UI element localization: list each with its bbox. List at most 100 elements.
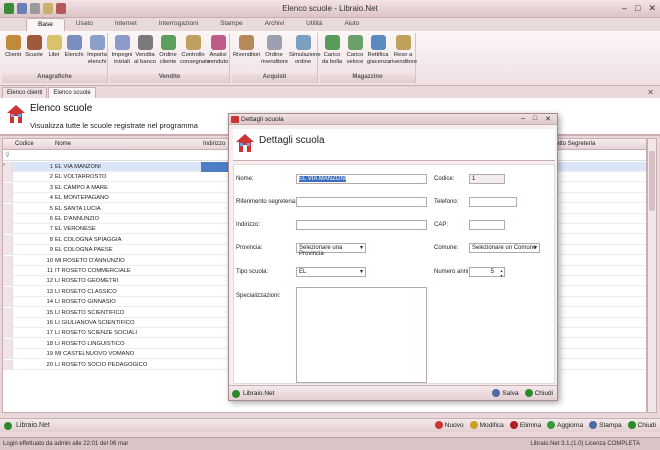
cell-nome: EL VERONESE bbox=[55, 226, 96, 233]
dialog-app-icon bbox=[231, 116, 239, 123]
tipo-scuola-select[interactable]: EL bbox=[296, 267, 366, 277]
notes-icon bbox=[114, 35, 130, 50]
tab-interrogazioni[interactable]: Interrogazioni bbox=[148, 18, 209, 31]
close-doc-icon[interactable]: ✕ bbox=[647, 88, 654, 97]
tab-utilita[interactable]: Utilità bbox=[295, 18, 333, 31]
riferimento-segreteria-field[interactable] bbox=[296, 197, 427, 207]
cap-field[interactable] bbox=[469, 220, 505, 230]
bottom-toolbar: Libraio.Net Nuovo Modifica Elimina Aggio… bbox=[0, 418, 660, 432]
scuole-button[interactable]: Scuole bbox=[24, 35, 44, 59]
elimina-button[interactable]: Elimina bbox=[509, 421, 541, 429]
exit-icon bbox=[524, 389, 533, 397]
tab-base[interactable]: Base bbox=[26, 18, 65, 31]
simulazione-ordine-button[interactable]: Simulazione ordine bbox=[289, 35, 321, 65]
codice-field[interactable]: 1 bbox=[469, 174, 505, 184]
cell-codice: 13 bbox=[46, 288, 53, 295]
print-icon bbox=[589, 421, 598, 429]
tab-aiuto[interactable]: Aiuto bbox=[333, 18, 370, 31]
cell-codice: 11 bbox=[46, 268, 53, 274]
nuovo-button[interactable]: Nuovo bbox=[434, 421, 464, 429]
dialog-chiudi-button[interactable]: Chiudi bbox=[524, 389, 553, 397]
maximize-button[interactable]: □ bbox=[635, 3, 640, 14]
comune-select[interactable]: Selezionare un Comune bbox=[469, 243, 540, 253]
school-icon bbox=[26, 35, 42, 50]
delete-icon bbox=[509, 421, 518, 429]
vendita-banco-button[interactable]: Vendita al banco bbox=[134, 35, 156, 65]
doc-tab-elenco-scuole[interactable]: Elenco scuole bbox=[48, 87, 96, 98]
indirizzo-field[interactable] bbox=[296, 220, 427, 230]
cell-codice: 5 bbox=[49, 205, 53, 212]
chiudi-button[interactable]: Chiudi bbox=[627, 421, 656, 429]
ordine-rivenditore-button[interactable]: Ordine rivenditore bbox=[261, 35, 288, 65]
cell-codice: 12 bbox=[46, 278, 53, 285]
provincia-select[interactable]: Selezionare una Provincia bbox=[296, 243, 366, 257]
carico-bolla-button[interactable]: Carico da bolla bbox=[321, 35, 343, 65]
aggiorna-button[interactable]: Aggiorna bbox=[547, 421, 583, 429]
reso-rivenditore-button[interactable]: Reso a rivenditore bbox=[390, 35, 417, 65]
ordine-cliente-button[interactable]: Ordine cliente bbox=[157, 35, 179, 65]
codice-label: Codice: bbox=[434, 176, 455, 182]
elenchi-button[interactable]: Elenchi bbox=[64, 35, 84, 59]
tab-stampe[interactable]: Stampe bbox=[209, 18, 253, 31]
truck-icon bbox=[324, 35, 340, 50]
cell-nome: LI GIULIANOVA SCIENTIFICO bbox=[55, 320, 135, 326]
telefono-field[interactable] bbox=[469, 197, 517, 207]
dialog-form: Nome: EL VIA MANZONI Codice: 1 Riferimen… bbox=[233, 164, 555, 384]
cell-codice: 3 bbox=[49, 184, 53, 191]
login-status: Login effettuato da admin alle 22:01 del… bbox=[3, 441, 129, 447]
close-button[interactable]: ✕ bbox=[648, 3, 656, 14]
rettifica-giacenza-button[interactable]: Rettifica giacenza bbox=[367, 35, 390, 65]
cell-nome: MI CASTELNUOVO VOMANO bbox=[55, 351, 135, 358]
cell-nome: LI ROSETO CLASSICO bbox=[55, 288, 117, 295]
importa-elenchi-button[interactable]: Importa elenchi bbox=[86, 35, 108, 65]
ribbon: Clienti Scuole Libri Elenchi Importa ele… bbox=[0, 31, 660, 86]
carico-veloce-button[interactable]: Carico veloce bbox=[344, 35, 366, 65]
minimize-button[interactable]: – bbox=[622, 3, 627, 14]
dialog-maximize-button[interactable]: □ bbox=[533, 115, 537, 123]
group-acquisti: Rivenditori Ordine rivenditore Simulazio… bbox=[232, 33, 321, 83]
doc-tab-elenco-clienti[interactable]: Elenco clienti bbox=[2, 87, 48, 98]
provincia-label: Provincia: bbox=[236, 245, 263, 251]
tab-archivi[interactable]: Archivi bbox=[254, 18, 296, 31]
tab-internet[interactable]: Internet bbox=[104, 18, 148, 31]
specializzazioni-list[interactable] bbox=[296, 287, 427, 383]
cell-codice: 14 bbox=[46, 299, 53, 306]
dialog-titlebar[interactable]: Dettagli scuola – □ ✕ bbox=[229, 114, 557, 125]
clienti-button[interactable]: Clienti bbox=[4, 35, 22, 59]
filter-icon[interactable]: ⊽ bbox=[5, 151, 10, 159]
numero-anni-label: Numero anni: bbox=[434, 269, 471, 275]
cell-nome: EL D'ANNUNZIO bbox=[55, 216, 100, 222]
controllo-consegnato-button[interactable]: Controllo consegnato bbox=[180, 35, 210, 65]
column-header-nome[interactable]: Nome bbox=[55, 141, 71, 147]
libri-button[interactable]: Libri bbox=[46, 35, 62, 59]
analisi-venduto-button[interactable]: Analisi venduto bbox=[207, 35, 229, 65]
riferimento-segreteria-label: Riferimento segreteria: bbox=[236, 199, 297, 205]
dialog-minimize-button[interactable]: – bbox=[521, 115, 525, 123]
scroll-thumb[interactable] bbox=[649, 151, 655, 211]
cell-nome: LI ROSETO GINNASIO bbox=[55, 299, 116, 306]
salva-button[interactable]: Salva bbox=[492, 389, 519, 397]
dialog-close-button[interactable]: ✕ bbox=[545, 115, 551, 123]
impegni-iniziali-button[interactable]: Impegni iniziali bbox=[111, 35, 133, 65]
specializzazioni-label: Specializzazioni: bbox=[236, 293, 281, 299]
school-house-icon bbox=[7, 105, 25, 123]
numero-anni-stepper[interactable]: 5 bbox=[469, 267, 505, 278]
import-icon bbox=[89, 35, 105, 50]
modifica-button[interactable]: Modifica bbox=[469, 421, 504, 429]
cell-codice: 17 bbox=[46, 330, 53, 337]
rivenditori-button[interactable]: Rivenditori bbox=[233, 35, 260, 59]
group-anagrafiche: Clienti Scuole Libri Elenchi Importa ele… bbox=[2, 33, 108, 83]
column-header-codice[interactable]: Codice bbox=[15, 141, 34, 147]
license-status: Libraio.Net 3.1.(1.0) Licenza COMPLETA bbox=[530, 441, 640, 447]
cell-nome: LI ROSETO SCIENZE SOCIALI bbox=[55, 330, 138, 337]
column-header-indirizzo[interactable]: Indirizzo bbox=[203, 141, 225, 147]
group-title: Magazzino bbox=[320, 74, 415, 83]
tab-usato[interactable]: Usato bbox=[65, 18, 104, 31]
cell-nome: EL VOLTARROSTO bbox=[55, 174, 107, 181]
nome-field[interactable]: EL VIA MANZONI bbox=[296, 174, 427, 184]
stampa-button[interactable]: Stampa bbox=[589, 421, 622, 429]
cell-nome: EL VIA MANZONI bbox=[55, 164, 101, 170]
grid-scrollbar[interactable] bbox=[647, 138, 657, 413]
simulation-icon bbox=[295, 35, 311, 50]
clients-icon bbox=[5, 35, 21, 50]
